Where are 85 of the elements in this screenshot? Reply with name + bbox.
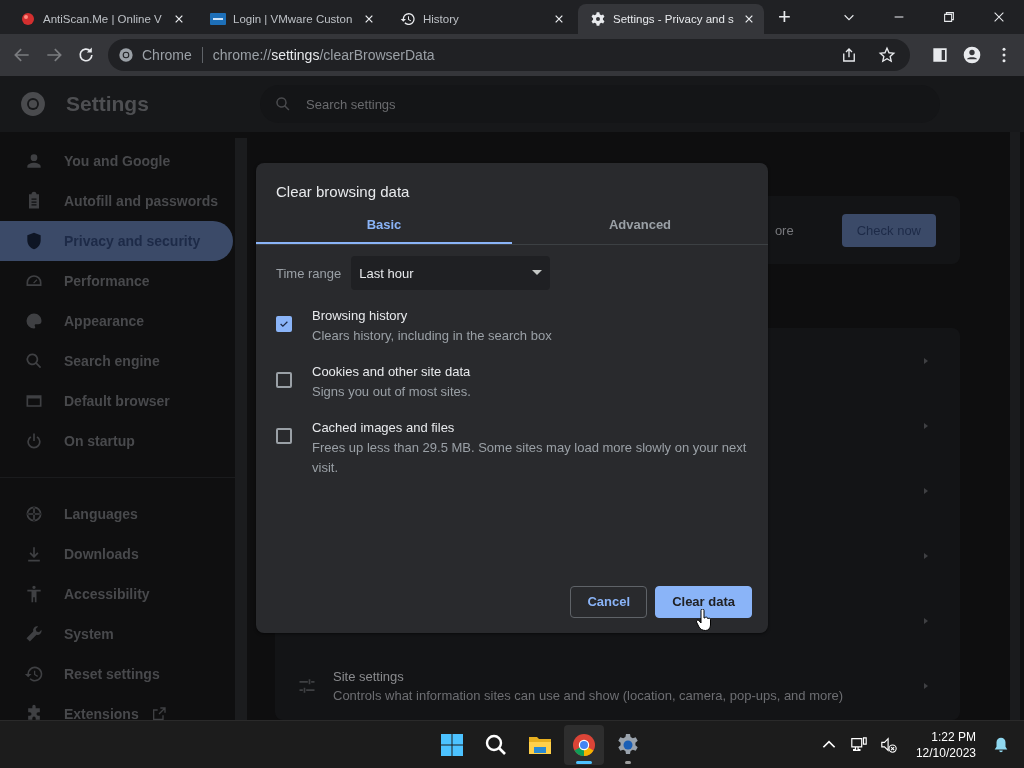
- sidebar-item[interactable]: Appearance: [0, 301, 233, 341]
- globe-icon: [24, 504, 44, 524]
- person-icon: [24, 151, 44, 171]
- sidebar-item[interactable]: System: [0, 614, 233, 654]
- address-bar[interactable]: Chrome chrome://settings/clearBrowserData: [108, 39, 910, 71]
- site-logo-icon: [20, 11, 36, 27]
- option-description: Clears history, including in the search box: [312, 327, 552, 345]
- restore-icon[interactable]: [942, 10, 956, 24]
- close-icon[interactable]: [992, 10, 1006, 24]
- clear-data-button[interactable]: Clear data: [655, 586, 752, 618]
- shield-icon: [24, 231, 44, 251]
- profile-icon[interactable]: [962, 45, 982, 65]
- site-label: Chrome: [142, 47, 192, 63]
- bell-icon[interactable]: [992, 735, 1010, 754]
- field-label: Time range: [276, 265, 342, 281]
- sidebar-item[interactable]: Accessibility: [0, 574, 233, 614]
- caret-icon: [532, 270, 543, 276]
- clock-time[interactable]: 1:22 PM: [931, 728, 976, 745]
- browser-tab[interactable]: History: [388, 4, 574, 34]
- scrollbar[interactable]: [1010, 132, 1020, 720]
- gear-icon[interactable]: [615, 732, 640, 757]
- network-icon[interactable]: [849, 735, 868, 754]
- windows-logo-icon[interactable]: [439, 732, 464, 757]
- sidebar-item[interactable]: You and Google: [0, 141, 233, 181]
- sidebar-item[interactable]: Search engine: [0, 341, 233, 381]
- sidebar-item[interactable]: Default browser: [0, 381, 233, 421]
- option-label: Cookies and other site data: [312, 363, 471, 381]
- browser-tab[interactable]: Login | VMware Custon: [198, 4, 384, 34]
- palette-icon: [24, 311, 44, 331]
- close-icon[interactable]: [364, 14, 374, 24]
- cancel-button[interactable]: Cancel: [570, 586, 648, 618]
- close-icon[interactable]: [554, 14, 564, 24]
- page-title: Settings: [66, 92, 150, 116]
- reload-icon[interactable]: [76, 45, 96, 65]
- star-icon[interactable]: [878, 46, 896, 64]
- accessibility-icon: [24, 584, 44, 604]
- row-description: Controls what information sites can use and show (location, camera, pop-ups, and more): [333, 687, 844, 703]
- checkbox[interactable]: [276, 372, 292, 388]
- checkbox[interactable]: [276, 428, 292, 444]
- share-icon[interactable]: [840, 46, 858, 64]
- history-icon: [400, 11, 416, 27]
- side-panel-icon[interactable]: [930, 45, 950, 65]
- option-description: Signs you out of most sites.: [312, 383, 471, 401]
- time-range-dropdown[interactable]: Last hour: [351, 256, 551, 290]
- sidebar-item[interactable]: Reset settings: [0, 654, 233, 694]
- clock-date[interactable]: 12/10/2023: [915, 744, 976, 761]
- running-indicator: [624, 760, 631, 764]
- hand-cursor-icon: [696, 609, 712, 631]
- gear-icon: [590, 11, 606, 27]
- search-field[interactable]: Search settings: [260, 85, 940, 123]
- search-icon: [274, 95, 292, 113]
- option-label: Browsing history: [312, 307, 409, 325]
- speaker-muted-icon[interactable]: [879, 735, 898, 754]
- search-input[interactable]: Search settings: [306, 94, 706, 114]
- close-icon[interactable]: [744, 14, 754, 24]
- new-tab-button[interactable]: +: [774, 6, 795, 28]
- site-logo-icon: [210, 11, 226, 27]
- chrome-logo-icon: [118, 47, 134, 63]
- option-description: Frees up less than 29.5 MB. Some sites may load more slowly on your next visit.: [312, 439, 748, 477]
- scrollbar[interactable]: [235, 138, 247, 720]
- row-title: Site settings: [333, 668, 405, 684]
- option-label: Cached images and files: [312, 419, 456, 437]
- dialog-tab[interactable]: Advanced: [512, 206, 768, 244]
- sidebar-item[interactable]: Languages: [0, 494, 233, 534]
- sidebar-item[interactable]: Extensions: [0, 694, 233, 720]
- sidebar-item[interactable]: Autofill and passwords: [0, 181, 233, 221]
- search-icon[interactable]: [483, 732, 508, 757]
- dialog-title: Clear browsing data: [275, 182, 411, 200]
- browser-tab[interactable]: Settings - Privacy and s: [578, 4, 764, 34]
- chrome-logo-icon[interactable]: [571, 732, 596, 757]
- card-text: ore: [774, 222, 794, 238]
- sidebar-item[interactable]: On startup: [0, 421, 233, 461]
- dialog-tab[interactable]: Basic: [256, 206, 512, 244]
- checkbox[interactable]: [276, 316, 292, 332]
- chrome-logo-icon: [20, 91, 46, 117]
- close-icon[interactable]: [174, 14, 184, 24]
- search-icon: [24, 351, 44, 371]
- sidebar-item[interactable]: Downloads: [0, 534, 233, 574]
- url-text: chrome://settings/clearBrowserData: [212, 47, 435, 63]
- power-icon: [24, 431, 44, 451]
- wrench-icon: [24, 624, 44, 644]
- browser-tab[interactable]: AntiScan.Me | Online V: [8, 4, 194, 34]
- running-indicator: [575, 760, 592, 764]
- sidebar-item[interactable]: Performance: [0, 261, 233, 301]
- history-icon: [24, 664, 44, 684]
